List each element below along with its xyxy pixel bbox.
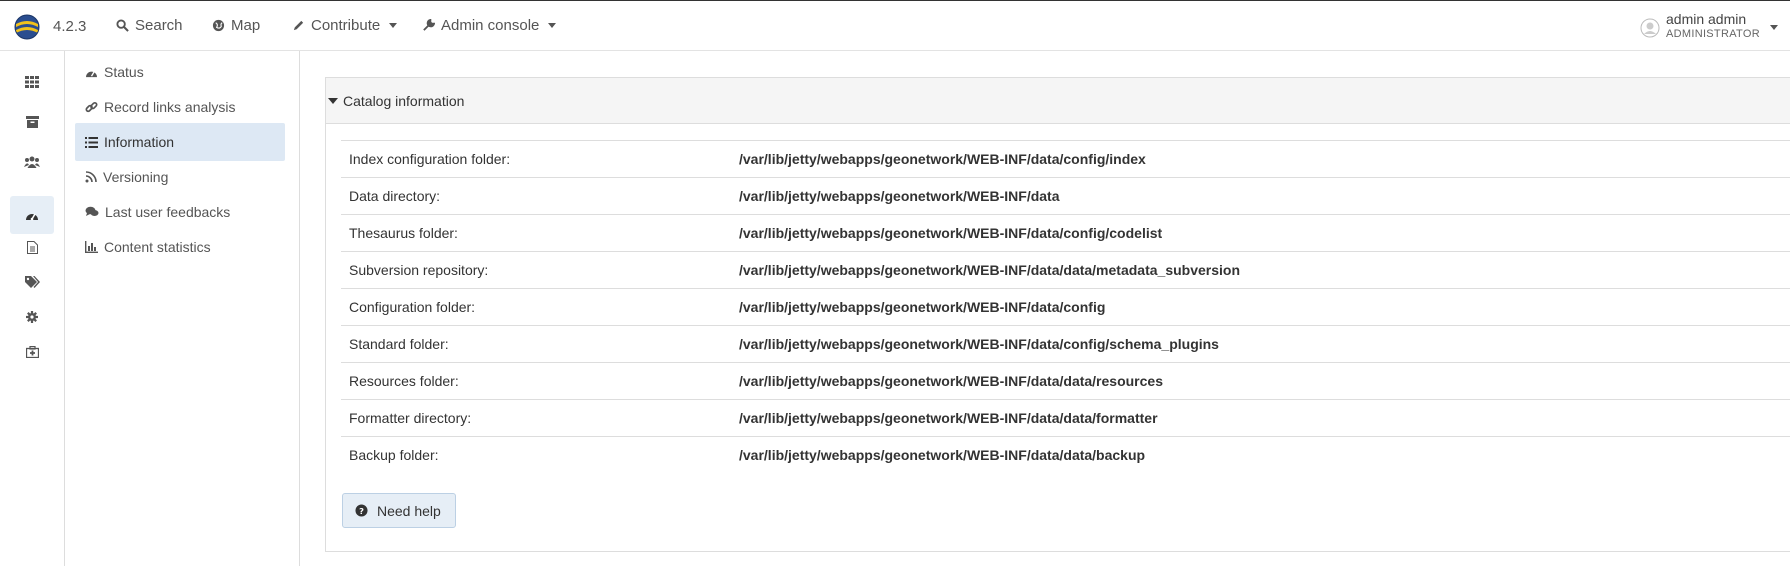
- menu-item-information[interactable]: Information: [75, 123, 285, 161]
- map-nav-link[interactable]: Map: [212, 17, 260, 34]
- menu-item-status[interactable]: Status: [75, 53, 285, 91]
- row-value: /var/lib/jetty/webapps/geonetwork/WEB-IN…: [731, 177, 1790, 215]
- users-icon: [24, 156, 40, 168]
- row-label: Thesaurus folder:: [341, 214, 731, 252]
- row-label: Configuration folder:: [341, 288, 731, 326]
- globe-icon: [212, 19, 225, 32]
- geonetwork-logo-icon[interactable]: [14, 14, 40, 40]
- row-value: /var/lib/jetty/webapps/geonetwork/WEB-IN…: [731, 288, 1790, 326]
- dashboard-icon: [26, 213, 38, 221]
- rail-item-settings[interactable]: [10, 298, 54, 336]
- list-icon: [85, 136, 98, 148]
- rail-item-dashboard-grid[interactable]: [10, 63, 54, 101]
- rail-item-users[interactable]: [10, 143, 54, 181]
- catalog-information-panel: Catalog information Index configuration …: [325, 77, 1790, 552]
- row-value: /var/lib/jetty/webapps/geonetwork/WEB-IN…: [731, 362, 1790, 400]
- menu-item-content-statistics[interactable]: Content statistics: [75, 228, 285, 266]
- admin-console-menu[interactable]: Admin console: [422, 17, 557, 34]
- need-help-button[interactable]: ? Need help: [342, 493, 456, 528]
- user-role: ADMINISTRATOR: [1666, 28, 1760, 40]
- row-value: /var/lib/jetty/webapps/geonetwork/WEB-IN…: [731, 325, 1790, 363]
- link-icon: [85, 101, 98, 112]
- statistics-submenu: Status Record links analysis Information…: [65, 51, 300, 566]
- table-row: Configuration folder: /var/lib/jetty/web…: [341, 288, 1790, 326]
- admin-console-menu-label: Admin console: [441, 17, 540, 34]
- catalog-info-table: Index configuration folder: /var/lib/jet…: [341, 140, 1790, 474]
- search-icon: [116, 19, 129, 32]
- archive-icon: [25, 116, 39, 128]
- menu-item-last-user-feedbacks[interactable]: Last user feedbacks: [75, 193, 285, 231]
- question-circle-icon: ?: [355, 504, 368, 517]
- table-row: Index configuration folder: /var/lib/jet…: [341, 140, 1790, 178]
- pencil-icon: [293, 20, 304, 31]
- row-label: Data directory:: [341, 177, 731, 215]
- table-row: Standard folder: /var/lib/jetty/webapps/…: [341, 325, 1790, 363]
- user-menu[interactable]: admin admin ADMINISTRATOR: [1640, 11, 1778, 41]
- svg-text:?: ?: [359, 506, 364, 516]
- rail-item-tools[interactable]: [10, 333, 54, 371]
- admin-icon-rail: [0, 51, 65, 566]
- row-value: /var/lib/jetty/webapps/geonetwork/WEB-IN…: [731, 214, 1790, 252]
- chevron-down-icon: [1769, 25, 1778, 30]
- wrench-icon: [423, 19, 435, 31]
- table-row: Subversion repository: /var/lib/jetty/we…: [341, 251, 1790, 289]
- rss-icon: [85, 171, 97, 183]
- search-nav-link[interactable]: Search: [116, 17, 183, 34]
- table-row: Resources folder: /var/lib/jetty/webapps…: [341, 362, 1790, 400]
- search-nav-label: Search: [135, 17, 183, 34]
- map-nav-label: Map: [231, 17, 261, 34]
- rail-item-metadata[interactable]: [10, 103, 54, 141]
- contribute-menu-label: Contribute: [311, 17, 381, 34]
- menu-item-label: Versioning: [103, 169, 169, 185]
- table-row: Formatter directory: /var/lib/jetty/weba…: [341, 399, 1790, 437]
- avatar: [1640, 18, 1660, 38]
- row-label: Standard folder:: [341, 325, 731, 363]
- chevron-down-icon: [389, 23, 398, 28]
- menu-item-versioning[interactable]: Versioning: [75, 158, 285, 196]
- row-value: /var/lib/jetty/webapps/geonetwork/WEB-IN…: [731, 251, 1790, 289]
- bar-chart-icon: [85, 241, 98, 253]
- row-label: Resources folder:: [341, 362, 731, 400]
- menu-item-label: Content statistics: [104, 239, 211, 255]
- gear-icon: [26, 311, 38, 323]
- row-label: Backup folder:: [341, 436, 731, 474]
- row-label: Index configuration folder:: [341, 140, 731, 178]
- tags-icon: [24, 276, 40, 288]
- row-label: Formatter directory:: [341, 399, 731, 437]
- row-value: /var/lib/jetty/webapps/geonetwork/WEB-IN…: [731, 436, 1790, 474]
- top-navbar: 4.2.3 Search Map Contribute Admin consol…: [0, 0, 1790, 51]
- user-name: admin admin: [1666, 11, 1747, 27]
- table-row: Data directory: /var/lib/jetty/webapps/g…: [341, 177, 1790, 215]
- grid-icon: [25, 76, 39, 88]
- contribute-menu[interactable]: Contribute: [292, 17, 398, 34]
- file-icon: [26, 240, 38, 254]
- chevron-down-icon: [548, 23, 557, 28]
- table-row: Thesaurus folder: /var/lib/jetty/webapps…: [341, 214, 1790, 252]
- rail-item-classification[interactable]: [10, 263, 54, 301]
- menu-item-label: Status: [104, 64, 144, 80]
- medkit-icon: [25, 346, 39, 358]
- dashboard-icon: [86, 70, 97, 77]
- menu-item-label: Record links analysis: [104, 99, 236, 115]
- menu-item-record-links-analysis[interactable]: Record links analysis: [75, 88, 285, 126]
- panel-title: Catalog information: [343, 92, 465, 109]
- menu-item-label: Last user feedbacks: [105, 204, 231, 220]
- panel-heading-toggle[interactable]: Catalog information: [326, 78, 1790, 124]
- caret-down-icon: [328, 97, 338, 104]
- table-row: Backup folder: /var/lib/jetty/webapps/ge…: [341, 436, 1790, 474]
- row-value: /var/lib/jetty/webapps/geonetwork/WEB-IN…: [731, 399, 1790, 437]
- comments-icon: [85, 206, 99, 216]
- row-label: Subversion repository:: [341, 251, 731, 289]
- menu-item-label: Information: [104, 134, 175, 150]
- rail-item-templates[interactable]: [10, 228, 54, 266]
- need-help-label: Need help: [377, 502, 441, 519]
- version-label: 4.2.3: [53, 18, 87, 35]
- row-value: /var/lib/jetty/webapps/geonetwork/WEB-IN…: [731, 140, 1790, 178]
